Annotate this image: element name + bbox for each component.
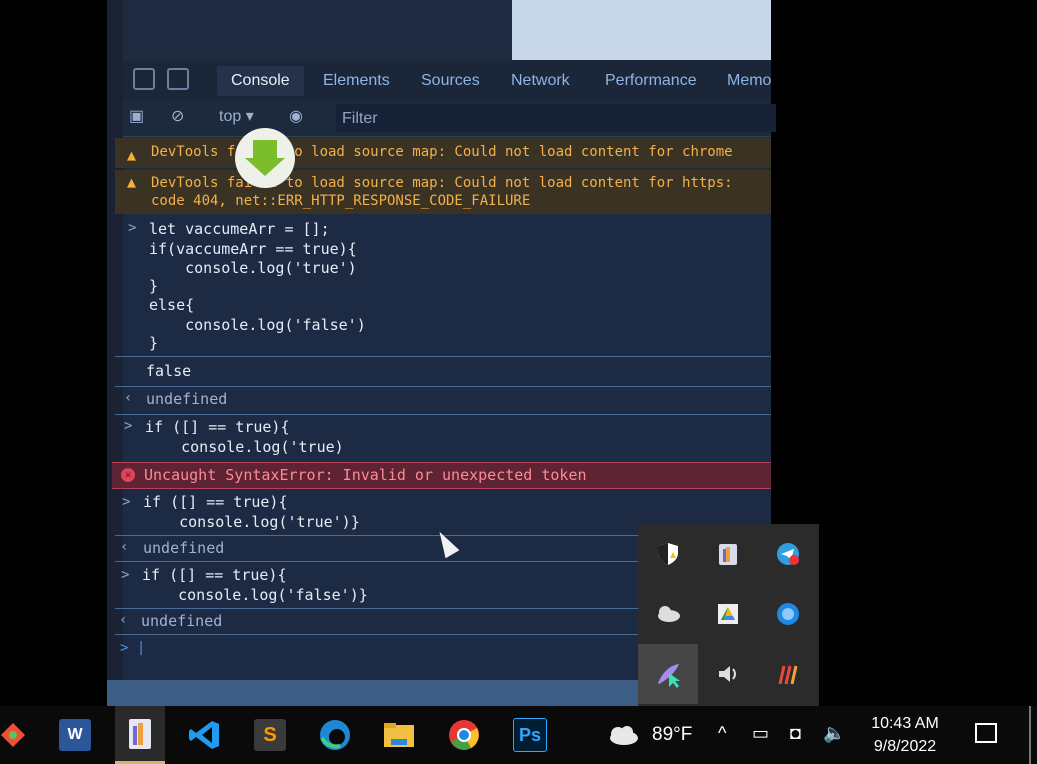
code-line: console.log('false') [149,316,366,334]
error-message: ✕ Uncaught SyntaxError: Invalid or unexp… [112,462,771,489]
device-toolbar-icon[interactable] [167,68,189,90]
inspect-icon[interactable] [133,68,155,90]
context-select[interactable]: top ▾ [219,106,254,126]
taskbar-app-word[interactable]: W [50,706,100,764]
tab-console[interactable]: Console [217,66,304,96]
code-line: if ([] == true){ [145,418,290,436]
divider [115,414,771,415]
google-drive-icon[interactable] [698,584,758,644]
system-clock[interactable]: 10:43 AM 9/8/2022 [860,712,950,758]
warning-icon: ▲ [127,173,137,191]
clock-time: 10:43 AM [871,715,939,732]
divider [115,386,771,387]
taskbar-app-photoshop[interactable]: Ps [505,706,555,764]
divider [115,356,771,357]
warning-message: ▲ DevTools failed to load source map: Co… [115,138,771,168]
code-line: let vaccumeArr = []; [149,220,330,238]
return-value: undefined [146,390,228,408]
taskbar-app-file-explorer[interactable] [374,706,424,764]
error-text: Uncaught SyntaxError: Invalid or unexpec… [144,466,587,484]
return-value: undefined [141,612,223,630]
clear-console-icon[interactable]: ⊘ [171,106,184,126]
input-prompt-icon: > [124,418,133,434]
taskbar-app-git[interactable] [0,706,38,764]
warning-icon: ▲ [127,146,137,164]
sublime-icon: S [254,719,286,751]
taskbar-app-edge[interactable] [310,706,360,764]
photo-left-edge [107,0,123,706]
code-line: } [149,334,159,352]
paint-icon[interactable] [698,524,758,584]
devtools-tabs: Console Elements Sources Network Perform… [123,60,771,101]
app-icon[interactable] [758,584,818,644]
volume-icon[interactable]: 🔈 [823,723,845,744]
code-line: if ([] == true){ [143,493,288,511]
return-value: undefined [143,539,225,557]
taskbar-app-vscode[interactable] [180,706,230,764]
eye-icon[interactable]: ◉ [289,106,303,126]
tab-performance[interactable]: Performance [605,72,697,90]
download-icon[interactable] [235,128,295,188]
taskbar-app-paint[interactable] [115,706,165,764]
network-icon[interactable]: ▭ [752,723,769,744]
error-icon: ✕ [121,468,135,482]
taskbar-app-sublime[interactable]: S [245,706,295,764]
tab-network[interactable]: Network [511,72,570,90]
filter-input[interactable]: Filter [336,104,776,132]
notifications-icon[interactable] [975,723,997,743]
code-line: console.log('true) [145,438,344,456]
windows-security-icon[interactable] [638,524,698,584]
code-line: else{ [149,296,195,314]
touchpad-icon[interactable]: ◘ [790,723,801,744]
code-line: if(vaccumeArr == true){ [149,240,357,258]
console-input-prompt[interactable]: > | [120,640,145,656]
feather-app-icon[interactable] [638,644,698,704]
tab-sources[interactable]: Sources [421,72,480,90]
clock-date: 9/8/2022 [873,738,937,755]
word-icon: W [59,719,91,751]
warning-message: ▲ DevTools failed to load source map: Co… [115,170,771,214]
code-line: if ([] == true){ [142,566,287,584]
code-line: console.log('false')} [142,586,368,604]
taskbar-app-chrome[interactable] [439,706,489,764]
return-icon: ‹ [124,390,133,406]
sidebar-toggle-icon[interactable]: ▣ [129,106,144,126]
cloud-icon [610,726,638,745]
return-icon: ‹ [120,539,129,555]
console-toolbar: ▣ ⊘ top ▾ ◉ Filter [123,100,776,137]
app-striped-icon[interactable] [758,644,818,704]
warning-text-2: code 404, net::ERR_HTTP_RESPONSE_CODE_FA… [151,193,531,209]
photoshop-icon: Ps [513,718,547,752]
code-line: } [149,277,159,295]
return-icon: ‹ [119,612,128,628]
code-line: console.log('true') [149,259,357,277]
temperature: 89°F [652,724,693,745]
weather-widget[interactable]: 89°F [604,716,692,754]
input-prompt-icon: > [122,494,131,510]
show-hidden-icons-icon[interactable]: ^ [718,723,726,744]
code-line: console.log('true')} [143,513,360,531]
show-desktop-button[interactable] [1029,706,1031,764]
tray-overflow-popup [638,524,819,706]
tab-memory[interactable]: Memo [727,72,771,90]
speaker-device-icon[interactable] [698,644,758,704]
onedrive-icon[interactable] [638,584,698,644]
tab-elements[interactable]: Elements [323,72,390,90]
console-output: false [146,362,192,380]
taskbar: W S Ps 89°F ^ ▭ ◘ 🔈 10:43 AM 9/8/2022 [0,706,1037,764]
input-prompt-icon: > [128,220,137,236]
input-prompt-icon: > [121,567,130,583]
telegram-icon[interactable] [758,524,818,584]
